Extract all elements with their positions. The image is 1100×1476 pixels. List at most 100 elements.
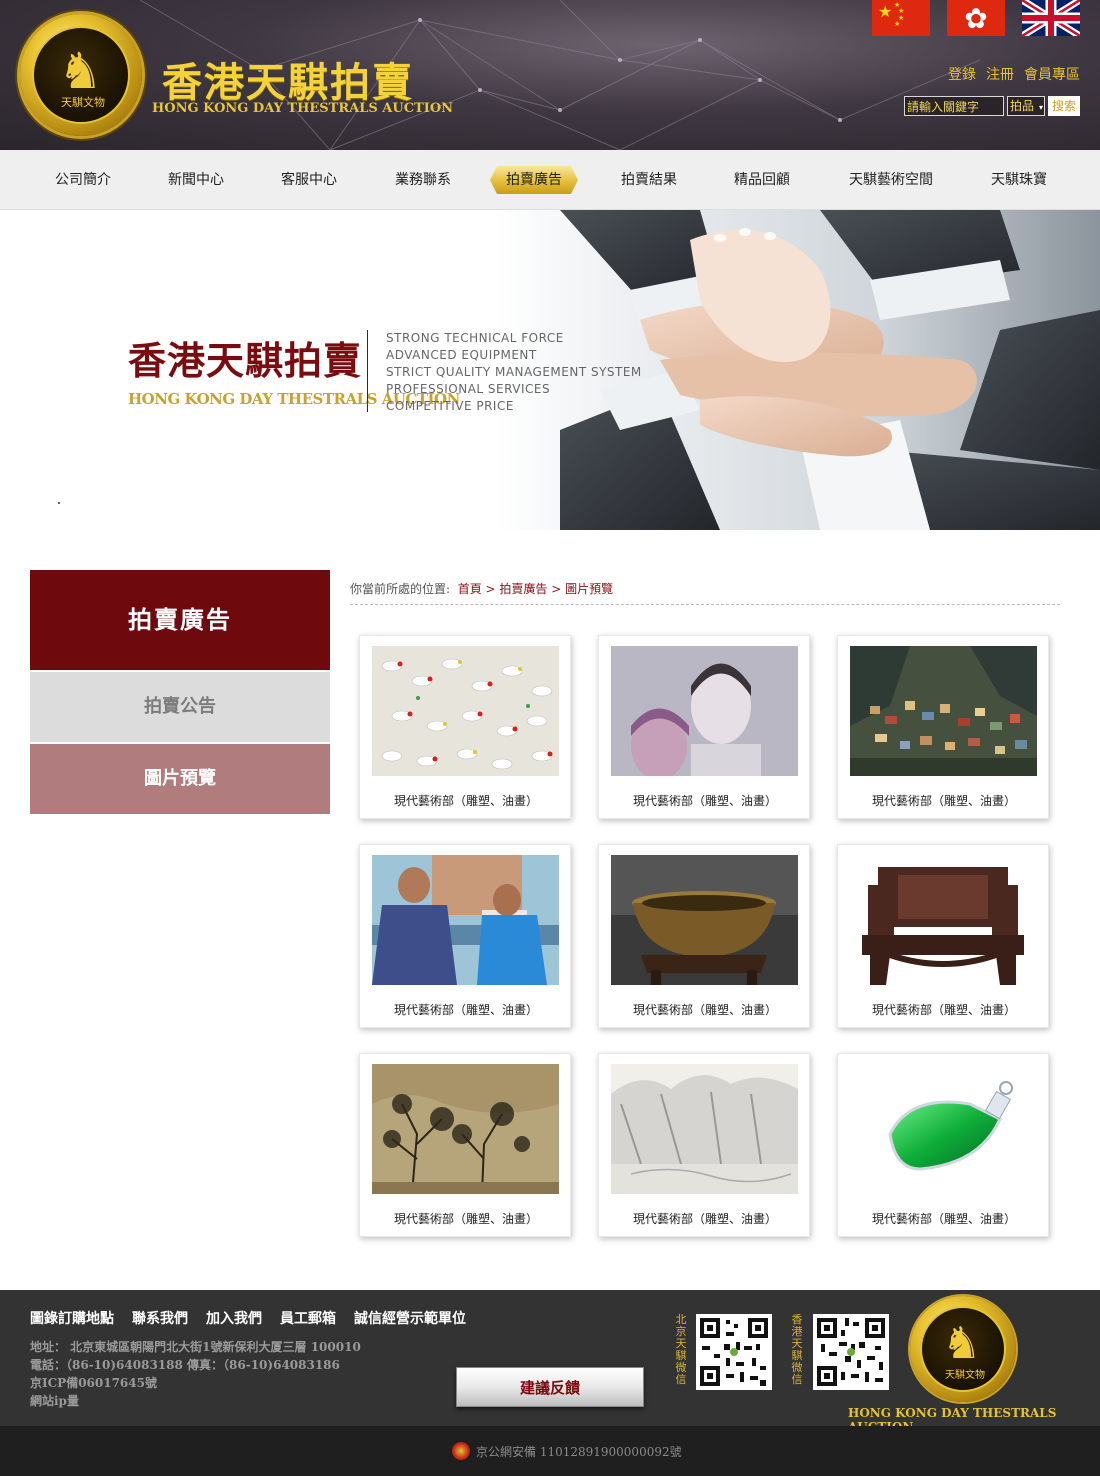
- nav-item-about[interactable]: 公司簡介: [52, 150, 114, 210]
- gallery-card[interactable]: 現代藝術部（雕塑、油畫）: [359, 844, 571, 1028]
- fisherman-painting-image[interactable]: [372, 855, 559, 985]
- breadcrumb-prefix: 你當前所處的位置:: [350, 582, 451, 596]
- hillside-village-painting-image[interactable]: [850, 646, 1037, 776]
- account-links: 登錄 注冊 會員專區: [948, 64, 1080, 84]
- gallery-card[interactable]: 現代藝術部（雕塑、油畫）: [359, 1053, 571, 1237]
- portrait-painting-image[interactable]: [611, 646, 798, 776]
- gallery-card[interactable]: 現代藝術部（雕塑、油畫）: [837, 635, 1049, 819]
- gallery-caption: 現代藝術部（雕塑、油畫）: [393, 1003, 538, 1017]
- footer-link-join[interactable]: 加入我們: [206, 1308, 262, 1328]
- footer-address: 地址： 北京東城區朝陽門北大街1號新保利大厦三層 100010: [30, 1340, 361, 1354]
- register-link[interactable]: 注冊: [986, 64, 1014, 84]
- police-record-text: 京公網安備 11012891900000092號: [476, 1444, 682, 1459]
- footer-logo-text: 天騏文物: [945, 1370, 985, 1381]
- jade-pendant-image[interactable]: [850, 1064, 1037, 1194]
- footer-logo-medal: ♞ 天騏文物: [910, 1296, 1016, 1402]
- banner-feature: ADVANCED EQUIPMENT: [386, 348, 537, 362]
- gallery-caption: 現代藝術部（雕塑、油畫）: [632, 1212, 777, 1226]
- banner-feature: STRONG TECHNICAL FORCE: [386, 331, 564, 345]
- footer-link-email[interactable]: 員工郵箱: [280, 1308, 336, 1328]
- main-nav: 公司簡介 新聞中心 客服中心 業務聯系 拍賣廣告 拍賣結果 精品回顧 天騏藝術空…: [0, 150, 1100, 210]
- banner-feature: PROFESSIONAL SERVICES: [386, 382, 551, 396]
- police-record[interactable]: 京公網安備 11012891900000092號: [452, 1442, 682, 1460]
- ink-tree-landscape-image[interactable]: [372, 1064, 559, 1194]
- gallery-caption: 現代藝術部（雕塑、油畫）: [632, 794, 777, 808]
- bronze-censer-image[interactable]: [611, 855, 798, 985]
- banner-divider: [367, 330, 368, 412]
- gallery-caption: 現代藝術部（雕塑、油畫）: [632, 1003, 777, 1017]
- search-bar: 拍品 ▾ 搜索: [904, 96, 1080, 116]
- footer-phone: 電話：（86-10)64083188 傳真：（86-10)64083186: [30, 1358, 340, 1372]
- gallery-caption: 現代藝術部（雕塑、油畫）: [871, 794, 1016, 808]
- nav-item-service[interactable]: 客服中心: [278, 150, 340, 210]
- search-category-select[interactable]: 拍品 ▾: [1007, 96, 1045, 116]
- search-input[interactable]: [904, 96, 1004, 116]
- brand-title-cn: 香港天騏拍賣: [162, 59, 414, 106]
- gallery-caption: 現代藝術部（雕塑、油畫）: [871, 1003, 1016, 1017]
- breadcrumb-sep: >: [485, 582, 500, 596]
- footer-link-contact[interactable]: 聯系我們: [132, 1308, 188, 1328]
- bottom-bar: 京公網安備 11012891900000092號: [0, 1426, 1100, 1476]
- qr-code-hongkong-icon: [813, 1314, 889, 1390]
- breadcrumb-sep: >: [551, 582, 566, 596]
- caret-down-icon: ▾: [1038, 103, 1043, 112]
- brand-title-en: HONG KONG DAY THESTRALS AUCTION: [152, 101, 454, 116]
- login-link[interactable]: 登錄: [948, 64, 976, 84]
- gallery-caption: 現代藝術部（雕塑、油畫）: [393, 1212, 538, 1226]
- sidebar-item-image-preview[interactable]: 圖片預覽: [30, 744, 330, 814]
- wooden-throne-image[interactable]: [850, 855, 1037, 985]
- member-area-link[interactable]: 會員專區: [1024, 64, 1080, 84]
- feedback-button[interactable]: 建議反饋: [456, 1367, 644, 1407]
- nav-item-news[interactable]: 新聞中心: [165, 150, 227, 210]
- gallery-card[interactable]: 現代藝術部（雕塑、油畫）: [359, 635, 571, 819]
- gallery-caption: 現代藝術部（雕塑、油畫）: [871, 1212, 1016, 1226]
- uk-flag-icon[interactable]: [1022, 0, 1080, 36]
- gallery-card[interactable]: 現代藝術部（雕塑、油畫）: [598, 1053, 810, 1237]
- banner-feature: STRICT QUALITY MANAGEMENT SYSTEM: [386, 365, 642, 379]
- nav-item-jewelry[interactable]: 天騏珠寶: [988, 150, 1050, 210]
- hong-kong-flag-icon[interactable]: ✿: [947, 0, 1005, 36]
- site-header: ♞ 天騏文物 香港天騏拍賣 HONG KONG DAY THESTRALS AU…: [0, 0, 1100, 150]
- banner-dot: [58, 502, 60, 504]
- logo-medal[interactable]: ♞ 天騏文物: [20, 14, 142, 136]
- breadcrumb: 你當前所處的位置: 首頁 > 拍賣廣告 > 圖片預覽: [350, 580, 1060, 605]
- banner-feature: COMPETITIVE PRICE: [386, 399, 514, 413]
- gallery-card[interactable]: 現代藝術部（雕塑、油畫）: [598, 844, 810, 1028]
- sidebar-title: 拍賣廣告: [30, 570, 330, 670]
- gallery-caption: 現代藝術部（雕塑、油畫）: [393, 794, 538, 808]
- banner-title-cn: 香港天騏拍賣: [128, 338, 363, 383]
- breadcrumb-page: 圖片預覽: [565, 582, 614, 596]
- breadcrumb-home[interactable]: 首頁: [458, 582, 482, 596]
- sidebar-item-announcements[interactable]: 拍賣公告: [30, 672, 330, 742]
- footer-link-integrity[interactable]: 誠信經營示範單位: [354, 1308, 466, 1328]
- police-badge-icon: [452, 1442, 470, 1460]
- china-flag-icon[interactable]: ★ ★ ★ ★ ★: [872, 0, 930, 36]
- site-footer: 圖錄訂購地點 聯系我們 加入我們 員工郵箱 誠信經營示範單位 地址： 北京東城區…: [0, 1290, 1100, 1434]
- gallery-card[interactable]: 現代藝術部（雕塑、油畫）: [837, 1053, 1049, 1237]
- banner-features: STRONG TECHNICAL FORCE ADVANCED EQUIPMEN…: [386, 330, 642, 415]
- nav-item-results[interactable]: 拍賣結果: [618, 150, 680, 210]
- footer-links: 圖錄訂購地點 聯系我們 加入我們 員工郵箱 誠信經營示範單位: [30, 1308, 466, 1328]
- horse-logo-icon: ♞: [58, 42, 103, 100]
- gallery-card[interactable]: 現代藝術部（雕塑、油畫）: [837, 844, 1049, 1028]
- search-button[interactable]: 搜索: [1048, 96, 1080, 116]
- qr-code-beijing-icon: [696, 1314, 772, 1390]
- footer-link-catalog[interactable]: 圖錄訂購地點: [30, 1308, 114, 1328]
- qr-label-beijing: 北京天騏微信: [675, 1313, 687, 1386]
- nav-item-review[interactable]: 精品回顧: [731, 150, 793, 210]
- footer-contact-info: 地址： 北京東城區朝陽門北大街1號新保利大厦三層 100010 電話：（86-1…: [30, 1338, 361, 1410]
- nav-item-auction-ads[interactable]: 拍賣廣告: [488, 150, 580, 210]
- nav-item-art-space[interactable]: 天騏藝術空間: [845, 150, 937, 210]
- gallery-card[interactable]: 現代藝術部（雕塑、油畫）: [598, 635, 810, 819]
- language-flags: ★ ★ ★ ★ ★ ✿: [872, 0, 1080, 36]
- horse-logo-icon: ♞: [942, 1318, 982, 1369]
- nav-item-business[interactable]: 業務聯系: [392, 150, 454, 210]
- hero-banner: 香港天騏拍賣 HONG KONG DAY THESTRALS AUCTION S…: [0, 210, 1100, 530]
- birds-painting-image[interactable]: [372, 646, 559, 776]
- ink-mountain-landscape-image[interactable]: [611, 1064, 798, 1194]
- footer-icp[interactable]: 京ICP備06017645號: [30, 1374, 361, 1392]
- qr-label-hongkong: 香港天騏微信: [791, 1313, 803, 1386]
- footer-stats: 網站ip量: [30, 1394, 79, 1408]
- logo-text: 天騏文物: [61, 96, 105, 109]
- breadcrumb-section[interactable]: 拍賣廣告: [499, 582, 547, 596]
